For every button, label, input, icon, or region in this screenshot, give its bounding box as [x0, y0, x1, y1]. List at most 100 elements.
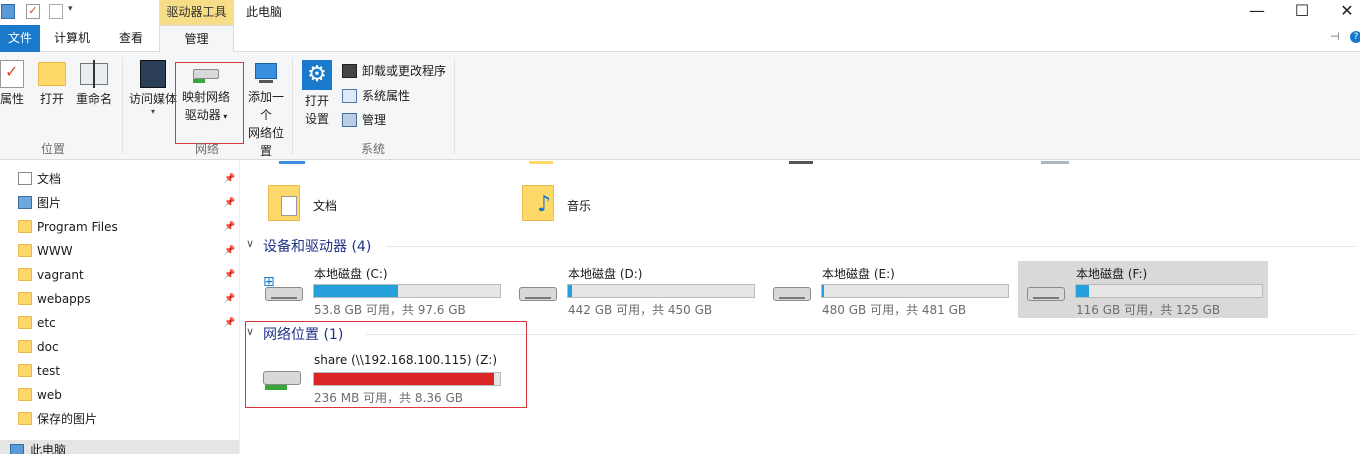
folder-icon [18, 364, 32, 377]
manage-icon [342, 113, 357, 127]
tab-view[interactable]: 查看 [104, 25, 158, 52]
system-properties-label: 系统属性 [362, 89, 411, 103]
folder-icon [18, 412, 32, 425]
nav-item[interactable]: test [0, 359, 239, 383]
folder-icon [18, 292, 32, 305]
properties-button[interactable]: ✓ 属性 [0, 60, 28, 108]
nav-item[interactable]: 保存的图片 [0, 407, 239, 431]
nav-item[interactable]: Program Files 📌 [0, 215, 239, 239]
manage-label: 管理 [362, 113, 387, 127]
folder-documents[interactable]: 文档 [266, 183, 466, 223]
drive-space-info: 53.8 GB 可用，共 97.6 GB [314, 303, 466, 317]
drive-name: 本地磁盘 (C:) [314, 267, 388, 281]
pin-icon[interactable]: 📌 [224, 263, 235, 287]
manage-button[interactable]: 管理 [342, 110, 386, 130]
folder-icon [18, 244, 32, 257]
pin-icon[interactable]: 📌 [224, 167, 235, 191]
folder-icon [18, 340, 32, 353]
properties-qat-icon[interactable]: ✓ [26, 4, 40, 19]
uninstall-icon [342, 64, 357, 78]
pin-icon[interactable]: 📌 [224, 191, 235, 215]
drive-item[interactable]: ⊞ 本地磁盘 (C:) 53.8 GB 可用，共 97.6 GB [257, 263, 507, 319]
nav-item-label: 图片 [37, 196, 62, 210]
highlight-box-network-location [245, 321, 527, 408]
maximize-button[interactable]: ☐ [1279, 0, 1325, 25]
access-media-label: 访问媒体 [128, 92, 177, 106]
rename-label: 重命名 [75, 92, 112, 106]
open-label: 打开 [39, 92, 64, 106]
pin-icon[interactable]: 📌 [224, 239, 235, 263]
nav-item-label: etc [37, 316, 56, 330]
drive-space-info: 480 GB 可用，共 481 GB [822, 303, 967, 317]
nav-item-label: doc [37, 340, 59, 354]
drive-usage-bar [313, 284, 501, 298]
nav-item-label: test [37, 364, 61, 378]
minimize-button[interactable]: — [1234, 0, 1280, 25]
tab-computer[interactable]: 计算机 [42, 25, 102, 52]
partial-folder-icon [529, 161, 553, 164]
chevron-down-icon[interactable]: ∨ [246, 237, 254, 250]
drive-tools-context-tab: 驱动器工具 [159, 0, 234, 25]
drive-space-info: 442 GB 可用，共 450 GB [568, 303, 713, 317]
nav-item[interactable]: WWW 📌 [0, 239, 239, 263]
tab-manage[interactable]: 管理 [159, 25, 234, 53]
window-title: 此电脑 [246, 5, 283, 19]
hard-drive-icon: ⊞ [261, 275, 305, 305]
open-settings-button[interactable]: ⚙ 打开 设置 [300, 60, 334, 128]
help-icon[interactable]: ? [1350, 31, 1360, 43]
add-location-label-line2: 网络位置 [247, 126, 284, 158]
drive-name: 本地磁盘 (D:) [568, 267, 643, 281]
folder-label: 音乐 [567, 199, 592, 213]
drive-item[interactable]: 本地磁盘 (D:) 442 GB 可用，共 450 GB [511, 263, 761, 319]
gear-icon: ⚙ [302, 60, 332, 90]
rename-button[interactable]: 重命名 [75, 60, 113, 108]
system-properties-icon [342, 89, 357, 103]
this-pc-icon [1, 4, 15, 19]
system-properties-button[interactable]: 系统属性 [342, 86, 410, 106]
partial-folder-icon [789, 161, 813, 164]
ribbon-separator [454, 58, 455, 154]
partial-folder-icon [279, 161, 305, 164]
hard-drive-icon [515, 277, 559, 305]
add-network-location-button[interactable]: 添加一个 网络位置 [246, 60, 286, 160]
tab-file[interactable]: 文件 [0, 25, 40, 52]
folder-icon [18, 268, 32, 281]
media-icon [140, 60, 166, 88]
uninstall-label: 卸载或更改程序 [362, 64, 447, 78]
ribbon-tabs: 文件 计算机 查看 管理 ⊣ ? [0, 25, 1360, 53]
nav-item[interactable]: 文档 📌 [0, 167, 239, 191]
folder-icon [18, 220, 32, 233]
nav-item-this-pc[interactable]: 此电脑 [0, 440, 239, 454]
this-pc-icon [10, 444, 24, 454]
nav-item[interactable]: web [0, 383, 239, 407]
drive-item[interactable]: 本地磁盘 (E:) 480 GB 可用，共 481 GB [765, 263, 1015, 319]
close-button[interactable]: ✕ [1324, 0, 1360, 25]
nav-item[interactable]: vagrant 📌 [0, 263, 239, 287]
pin-icon[interactable]: 📌 [224, 311, 235, 335]
nav-item-label: Program Files [37, 220, 118, 234]
uninstall-programs-button[interactable]: 卸载或更改程序 [342, 61, 446, 81]
nav-item-label: vagrant [37, 268, 84, 282]
qat-dropdown-icon[interactable]: ▾ [68, 4, 73, 14]
partial-folder-icon [1041, 161, 1069, 164]
folder-music[interactable]: ♪ 音乐 [520, 183, 720, 223]
drive-item[interactable]: 本地磁盘 (F:) 116 GB 可用，共 125 GB [1019, 263, 1269, 319]
drive-name: 本地磁盘 (E:) [822, 267, 895, 281]
properties-label: 属性 [0, 92, 24, 106]
nav-item[interactable]: webapps 📌 [0, 287, 239, 311]
access-media-button[interactable]: 访问媒体 ▾ [128, 60, 178, 116]
nav-item[interactable]: etc 📌 [0, 311, 239, 335]
pin-icon[interactable]: 📌 [224, 287, 235, 311]
drive-usage-bar [821, 284, 1009, 298]
devices-section-header[interactable]: 设备和驱动器 (4) [263, 236, 371, 256]
open-button[interactable]: 打开 [36, 60, 68, 108]
pin-icon[interactable]: 📌 [224, 215, 235, 239]
content-pane: 文档 ♪ 音乐 ∨ 设备和驱动器 (4) ⊞ 本地磁盘 (C:) 53.8 GB 可… [241, 161, 1360, 454]
drive-name: 本地磁盘 (F:) [1076, 267, 1148, 281]
title-bar: ✓ ▾ 驱动器工具 此电脑 — ☐ ✕ [0, 0, 1360, 25]
nav-item[interactable]: 图片 📌 [0, 191, 239, 215]
navigation-pane: 文档 📌 图片 📌 Program Files 📌 WWW 📌 vagrant 📌 webapps 📌… [0, 161, 240, 454]
nav-item[interactable]: doc [0, 335, 239, 359]
new-folder-qat-icon[interactable] [49, 4, 63, 19]
pin-ribbon-icon[interactable]: ⊣ [1330, 30, 1340, 43]
